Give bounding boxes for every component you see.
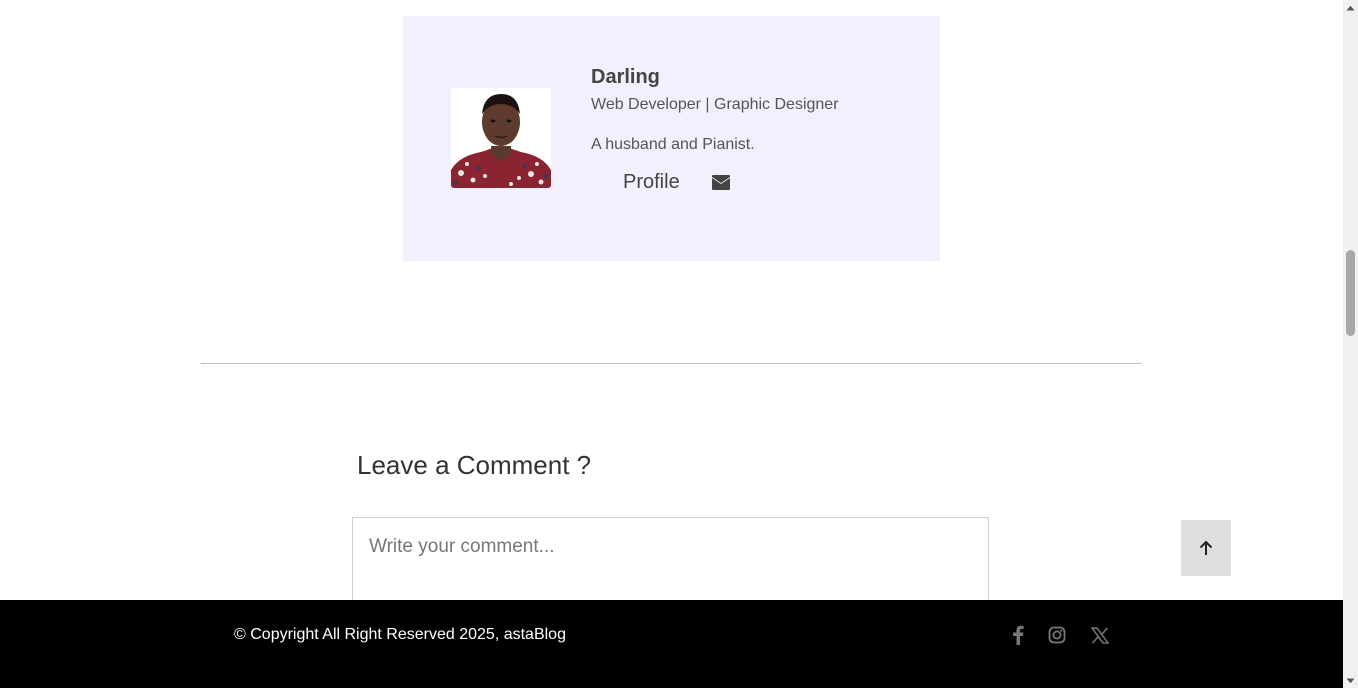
instagram-icon[interactable] <box>1047 625 1067 645</box>
copyright-text: © Copyright All Right Reserved 2025, ast… <box>234 626 566 643</box>
facebook-icon[interactable] <box>1008 625 1028 645</box>
author-role: Web Developer | Graphic Designer <box>591 96 839 113</box>
author-bio: A husband and Pianist. <box>591 136 755 153</box>
comment-section-title: Leave a Comment ? <box>357 450 592 480</box>
scroll-up-arrow-icon[interactable] <box>1343 0 1358 15</box>
vertical-scrollbar[interactable] <box>1343 0 1358 688</box>
scrollbar-thumb[interactable] <box>1346 250 1355 336</box>
envelope-icon[interactable] <box>710 173 732 193</box>
author-photo <box>451 88 551 188</box>
scroll-down-arrow-icon[interactable] <box>1343 673 1358 688</box>
arrow-up-icon <box>1199 540 1213 555</box>
back-to-top-button[interactable] <box>1181 520 1231 576</box>
page-content: Darling Web Developer | Graphic Designer… <box>0 0 1343 688</box>
browser-viewport: Darling Web Developer | Graphic Designer… <box>0 0 1358 688</box>
footer: © Copyright All Right Reserved 2025, ast… <box>0 600 1343 688</box>
author-name: Darling <box>591 66 660 88</box>
x-icon[interactable] <box>1090 625 1110 645</box>
author-avatar <box>451 88 551 188</box>
section-divider <box>201 363 1142 364</box>
profile-link[interactable]: Profile <box>623 171 680 194</box>
author-card: Darling Web Developer | Graphic Designer… <box>403 16 940 261</box>
